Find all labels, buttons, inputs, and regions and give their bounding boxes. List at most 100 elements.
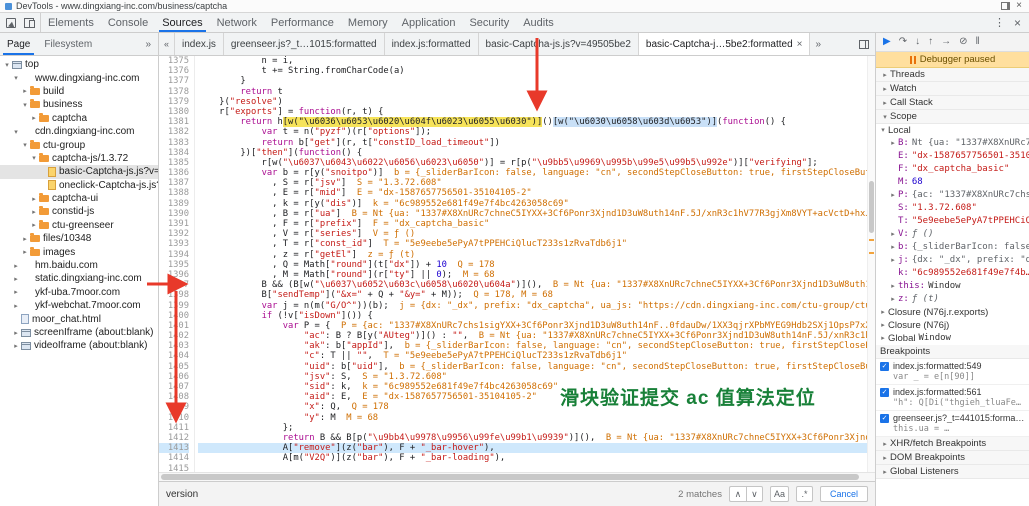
tree-item-constid-js[interactable]: ▸ constid-js [0,205,158,218]
chevron-right-icon[interactable]: ▸ [29,221,39,229]
line-number[interactable]: 1381 [159,117,189,127]
match-case-button[interactable]: Aa [769,486,789,502]
line-number[interactable]: 1402 [159,331,189,341]
chevron-right-icon[interactable]: ▸ [20,87,30,95]
chevron-right-icon[interactable]: ▸ [888,228,898,241]
line-number[interactable]: 1409 [159,402,189,412]
chevron-right-icon[interactable]: ▸ [11,262,21,270]
search-input[interactable]: version [166,489,306,500]
step-into-icon[interactable]: ↓ [915,37,920,47]
code-line[interactable]: n = i, [198,56,875,66]
devtools-tab-elements[interactable]: Elements [41,13,101,32]
line-number[interactable]: 1400 [159,311,189,321]
code-line[interactable]: B && (B[w("\u6037\u6052\u603c\u6058\u602… [198,280,875,290]
code-line[interactable]: var P = { P = {ac: "1337#X8XnURc7chs1sig… [198,321,875,331]
code-line[interactable]: , z = r["getEl"] z = ƒ (t) [198,250,875,260]
devtools-tab-sources[interactable]: Sources [155,13,209,32]
line-number[interactable]: 1394 [159,250,189,260]
code-line[interactable]: }("resolve") [198,97,875,107]
code-line[interactable]: if (!v["isDown"]()) { [198,311,875,321]
line-number[interactable]: 1406 [159,372,189,382]
devtools-tab-audits[interactable]: Audits [516,13,561,32]
editor-tab-index-js-formatted[interactable]: index.js:formatted [385,33,479,55]
tree-item-captcha-ui[interactable]: ▸ captcha-ui [0,192,158,205]
code-line[interactable]: return h[w("\u6036\u6053\u6020\u604f\u60… [198,117,875,128]
code-line[interactable]: r[w("\u6037\u6043\u6022\u6056\u6023\u605… [198,158,875,168]
navigator-tabs-overflow-icon[interactable]: » [138,33,158,55]
tree-item-moor-chat-html[interactable]: moor_chat.html [0,312,158,325]
vertical-scrollbar-thumb[interactable] [869,180,874,233]
code-pane[interactable]: n = i, t += String.fromCharCode(a) } ret… [195,56,875,472]
devtools-tab-performance[interactable]: Performance [264,13,341,32]
chevron-down-icon[interactable]: ▾ [29,154,39,162]
scope-row-j[interactable]: ▸ j: {dx: "_dx", prefix: "d… [876,254,1029,267]
code-line[interactable]: "aid": E, E = "dx-1587657756501-35104105… [198,392,875,402]
line-number[interactable]: 1395 [159,260,189,270]
tree-item-captcha[interactable]: ▸ captcha [0,112,158,125]
dock-side-icon[interactable] [1001,2,1011,10]
code-line[interactable] [198,464,875,473]
line-number[interactable]: 1414 [159,453,189,463]
chevron-down-icon[interactable]: ▾ [11,128,21,136]
chevron-right-icon[interactable]: ▸ [20,248,30,256]
chevron-right-icon[interactable]: ▸ [878,332,888,345]
line-number[interactable]: 1376 [159,66,189,76]
deactivate-breakpoints-icon[interactable]: ⊘ [959,37,967,47]
editor-tab-index-js[interactable]: index.js [175,33,224,55]
code-line[interactable]: r["exports"] = function(r, t) { [198,107,875,117]
tree-item-captcha-js-1-3-72[interactable]: ▾ captcha-js/1.3.72 [0,152,158,165]
scope-row-v[interactable]: ▸ V: ƒ () [876,228,1029,241]
chevron-right-icon[interactable]: ▸ [888,254,898,267]
code-line[interactable]: , T = r["const_id"] T = "5e9eebe5ePyA7tP… [198,239,875,249]
breakpoint-checkbox[interactable]: ✓ [880,361,889,371]
chevron-down-icon[interactable]: ▾ [20,141,30,149]
navigator-tab-filesystem[interactable]: Filesystem [37,33,99,55]
regex-button[interactable]: .* [795,486,813,502]
line-number[interactable]: 1397 [159,280,189,290]
chevron-right-icon[interactable]: ▸ [878,319,888,332]
editor-tabs-overflow-icon[interactable]: » [810,33,826,55]
line-number[interactable]: 1403 [159,341,189,351]
chevron-down-icon[interactable]: ▾ [878,124,888,137]
scope-row-global[interactable]: ▸ Global Window [876,332,1029,345]
line-number[interactable]: 1399 [159,301,189,311]
window-close-icon[interactable]: × [1014,1,1024,11]
line-number[interactable]: 1378 [159,87,189,97]
tab-list-back-icon[interactable]: « [159,33,176,55]
horizontal-scrollbar[interactable] [159,472,875,481]
tree-item-screeniframe-about-blank[interactable]: ▸ screenIframe (about:blank) [0,326,158,339]
tree-item-images[interactable]: ▸ images [0,245,158,258]
code-line[interactable]: "c": T || "", T = "5e9eebe5ePyA7tPPEHCiQ… [198,351,875,361]
code-line[interactable]: , V = r["series"] V = ƒ () [198,229,875,239]
search-previous-button[interactable]: ∧ [728,486,746,502]
breakpoint-item[interactable]: ✓ greenseer.js?_t=441015:forma… this.ua = … [876,411,1029,437]
code-line[interactable]: return b["get"](r, t["constID_load_timeo… [198,138,875,148]
section-global-listeners[interactable]: ▸ Global Listeners [876,465,1029,479]
devtools-tab-security[interactable]: Security [462,13,516,32]
navigator-tab-page[interactable]: Page [0,33,37,55]
tree-item-ykf-uba-7moor-com[interactable]: ▸ ykf-uba.7moor.com [0,286,158,299]
search-next-button[interactable]: ∨ [745,486,763,502]
scope-row-closure-n76j[interactable]: ▸ Closure (N76j) [876,319,1029,332]
code-line[interactable]: A["remove"](z("bar"), F + "_bar-hover"), [198,443,875,454]
close-tab-icon[interactable]: × [797,39,803,50]
step-icon[interactable]: → [941,37,951,47]
chevron-right-icon[interactable]: ▸ [878,306,888,319]
line-number[interactable]: 1407 [159,382,189,392]
code-line[interactable]: "x": Q, Q = 178 [198,402,875,412]
line-number[interactable]: 1392 [159,229,189,239]
scope-row-local[interactable]: ▾ Local [876,124,1029,137]
resume-icon[interactable]: ▶ [883,37,891,47]
line-number[interactable]: 1379 [159,97,189,107]
section-watch[interactable]: ▸ Watch [876,82,1029,96]
tree-item-oneclick-captcha-js-js-v-b[interactable]: oneclick-Captcha-js.js?v=b [0,179,158,192]
code-line[interactable]: , F = r["prefix"] F = "dx_captcha_basic" [198,219,875,229]
section-scope[interactable]: ▾ Scope [876,110,1029,124]
line-number[interactable]: 1384 [159,148,189,158]
breakpoint-item[interactable]: ✓ index.js:formatted:561 "h": Q[Di("thgieh… [876,385,1029,411]
line-number[interactable]: 1388 [159,188,189,198]
scope-row-p[interactable]: ▸P:{ac: "1337#X8XnURc7chs1si… [876,189,1029,202]
pause-on-exceptions-icon[interactable]: ‖ [975,37,979,47]
line-number[interactable]: 1393 [159,239,189,249]
cancel-search-button[interactable]: Cancel [819,486,868,502]
